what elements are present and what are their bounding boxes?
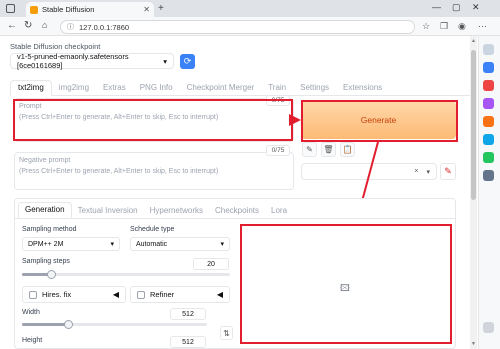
expand-arrow-icon: ◀	[216, 290, 223, 299]
width-slider[interactable]	[22, 320, 207, 329]
sampling-method-value: DPM++ 2M	[28, 240, 64, 248]
schedule-type-value: Automatic	[136, 240, 168, 248]
hires-fix-label: Hires. fix	[42, 290, 72, 299]
hires-fix-accordion[interactable]: Hires. fix ◀	[22, 286, 126, 303]
swap-icon: ⇅	[223, 328, 230, 338]
slider-handle[interactable]	[64, 320, 73, 329]
settings-tabs: Generation Textual Inversion Hypernetwor…	[18, 202, 293, 218]
tab-lora[interactable]: Lora	[265, 206, 293, 218]
height-label: Height	[22, 337, 43, 344]
schedule-type-dropdown[interactable]: Automatic ▾	[130, 237, 230, 251]
sampling-steps-input[interactable]: 20	[193, 258, 229, 270]
chevron-down-icon: ▾	[110, 241, 114, 248]
image-placeholder-icon: 🖾	[340, 283, 350, 293]
refiner-checkbox[interactable]	[137, 290, 145, 299]
expand-arrow-icon: ◀	[112, 290, 119, 299]
tab-generation[interactable]: Generation	[18, 202, 72, 218]
tab-checkpoints[interactable]: Checkpoints	[209, 206, 265, 218]
hires-fix-checkbox[interactable]	[29, 290, 37, 299]
height-input[interactable]: 512	[170, 336, 206, 348]
swap-dimensions-button[interactable]: ⇅	[220, 326, 233, 340]
slider-fill	[22, 323, 68, 326]
width-label: Width	[22, 309, 40, 316]
schedule-type-label: Schedule type	[130, 226, 175, 233]
sampling-method-dropdown[interactable]: DPM++ 2M ▾	[22, 237, 120, 251]
sampling-method-label: Sampling method	[22, 226, 77, 233]
refiner-label: Refiner	[150, 290, 175, 299]
tab-textual-inversion[interactable]: Textual Inversion	[72, 206, 144, 218]
refiner-accordion[interactable]: Refiner ◀	[130, 286, 230, 303]
slider-handle[interactable]	[47, 270, 56, 279]
width-input[interactable]: 512	[170, 308, 206, 320]
chevron-down-icon: ▾	[220, 241, 224, 248]
tab-hypernetworks[interactable]: Hypernetworks	[144, 206, 209, 218]
sampling-steps-label: Sampling steps	[22, 258, 70, 265]
sampling-steps-slider[interactable]	[22, 270, 230, 279]
settings-divider	[14, 218, 456, 219]
